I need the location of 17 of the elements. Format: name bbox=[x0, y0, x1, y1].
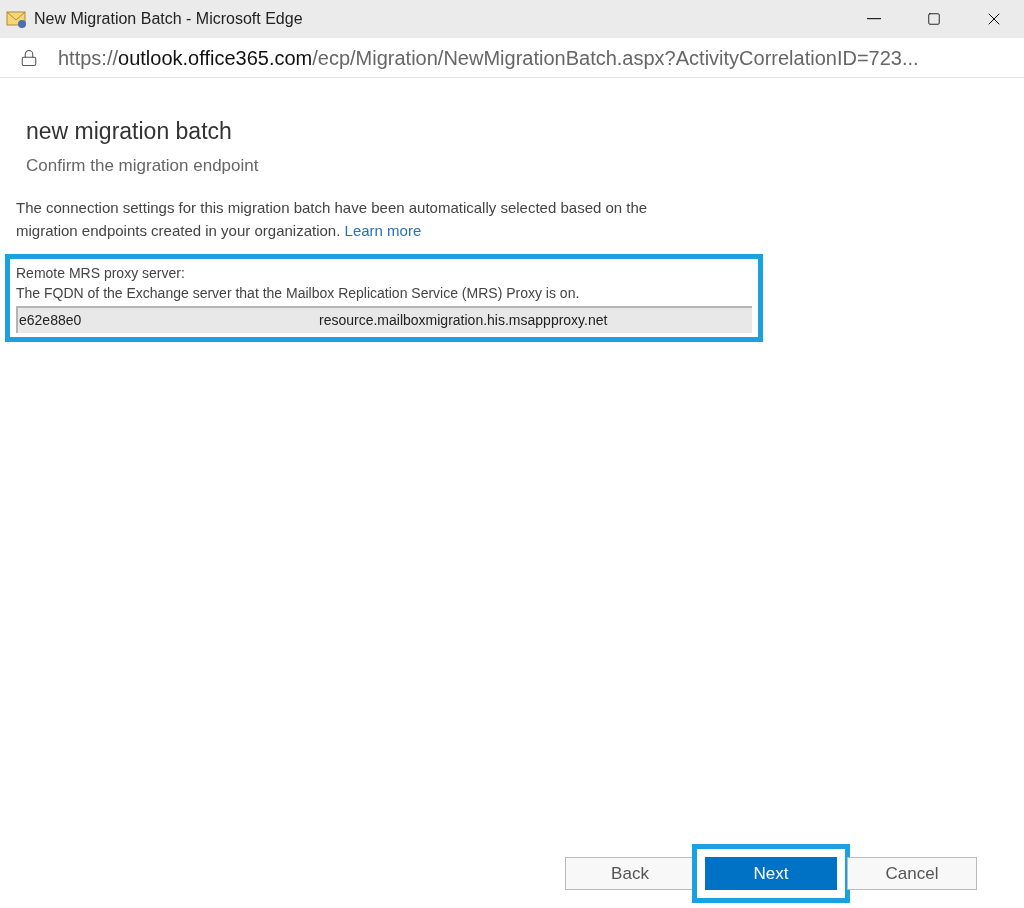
cancel-button[interactable]: Cancel bbox=[847, 857, 977, 890]
minimize-icon bbox=[867, 18, 881, 20]
back-button[interactable]: Back bbox=[565, 857, 695, 890]
address-bar[interactable]: https://outlook.office365.com/ecp/Migration/NewMigrationBatch.aspx?ActivityCorrelationID=723... bbox=[0, 38, 1024, 78]
envelope-icon bbox=[6, 9, 28, 29]
lock-icon bbox=[20, 48, 38, 67]
page-subtitle: Confirm the migration endpoint bbox=[26, 154, 260, 177]
learn-more-link[interactable]: Learn more bbox=[344, 222, 422, 239]
page-title: new migration batch bbox=[26, 117, 233, 146]
field-hint: The FQDN of the Exchange server that the Mailbox Replication Service (MRS) Proxy is on. bbox=[16, 284, 581, 303]
maximize-icon bbox=[927, 12, 941, 26]
server-field[interactable]: e62e88e0 resource.mailboxmigration.his.msappproxy.net bbox=[16, 306, 752, 333]
next-button[interactable]: Next bbox=[705, 857, 837, 890]
url-text: https://outlook.office365.com/ecp/Migration/NewMigrationBatch.aspx?ActivityCorrelationID=723... bbox=[58, 45, 919, 71]
field-label: Remote MRS proxy server: bbox=[16, 264, 186, 283]
description-text: The connection settings for this migration batch have been automatically selected based on the migration endpoints created in your organization. Learn more bbox=[16, 198, 649, 241]
window-title: New Migration Batch - Microsoft Edge bbox=[34, 9, 303, 29]
